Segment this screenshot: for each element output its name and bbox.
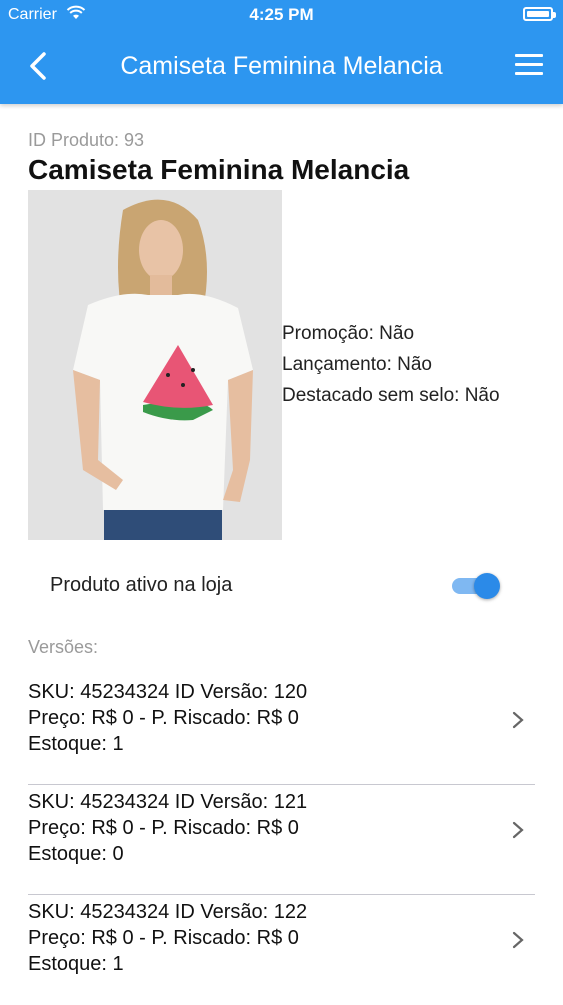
active-in-store-toggle[interactable] (452, 572, 500, 600)
back-button[interactable] (26, 50, 56, 82)
version-stock-line: Estoque: 1 (28, 733, 124, 755)
chevron-left-icon (30, 52, 46, 80)
menu-button[interactable] (515, 54, 543, 78)
version-row[interactable]: SKU: 45234324 ID Versão: 121 Preço: R$ 0… (28, 785, 535, 895)
status-bar: Carrier 4:25 PM (0, 0, 563, 30)
launch-status: Lançamento: Não (282, 354, 432, 375)
hamburger-menu-icon (515, 54, 543, 57)
nav-title: Camiseta Feminina Melancia (120, 52, 443, 80)
version-price-line: Preço: R$ 0 - P. Riscado: R$ 0 (28, 817, 299, 839)
version-sku-line: SKU: 45234324 ID Versão: 122 (28, 901, 308, 923)
version-price-line: Preço: R$ 0 - P. Riscado: R$ 0 (28, 927, 299, 949)
version-stock-line: Estoque: 0 (28, 843, 124, 865)
version-sku-line: SKU: 45234324 ID Versão: 121 (28, 791, 308, 813)
versions-heading: Versões: (28, 637, 99, 657)
navigation-bar: Carrier 4:25 PM Camiseta Feminina Melanc… (0, 0, 563, 104)
chevron-right-icon (512, 931, 524, 949)
product-id: ID Produto: 93 (28, 130, 145, 150)
version-sku-line: SKU: 45234324 ID Versão: 120 (28, 681, 308, 703)
promo-status: Promoção: Não (282, 323, 415, 344)
version-row[interactable]: SKU: 45234324 ID Versão: 120 Preço: R$ 0… (28, 675, 535, 785)
status-time: 4:25 PM (249, 5, 314, 24)
battery-icon (523, 7, 556, 21)
product-image (28, 190, 282, 540)
active-in-store-row: Produto ativo na loja (0, 560, 563, 612)
active-in-store-label: Produto ativo na loja (50, 574, 233, 596)
version-price-line: Preço: R$ 0 - P. Riscado: R$ 0 (28, 707, 299, 729)
featured-status: Destacado sem selo: Não (282, 385, 500, 406)
version-row[interactable]: SKU: 45234324 ID Versão: 122 Preço: R$ 0… (28, 895, 535, 1005)
product-name: Camiseta Feminina Melancia (28, 154, 410, 185)
chevron-right-icon (512, 711, 524, 729)
chevron-right-icon (512, 821, 524, 839)
version-stock-line: Estoque: 1 (28, 953, 124, 975)
product-flags: Promoção: Não Lançamento: Não Destacado … (282, 320, 500, 413)
